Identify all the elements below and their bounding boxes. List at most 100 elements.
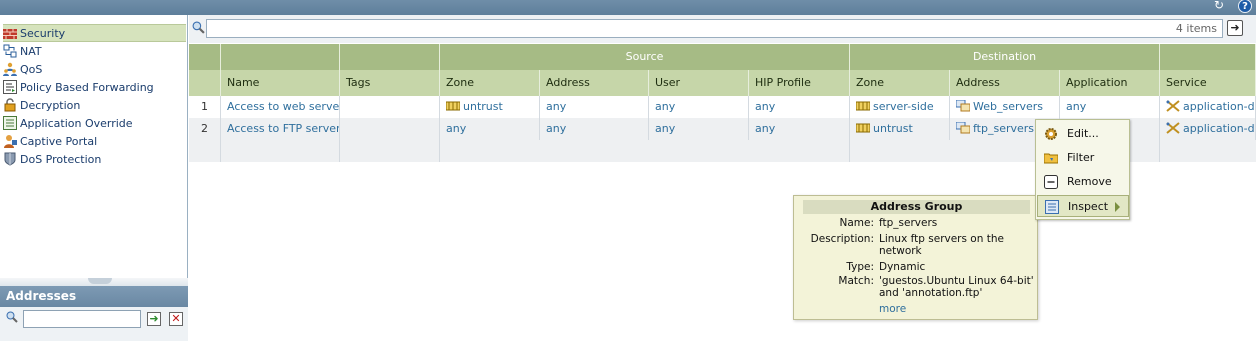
refresh-icon[interactable]: ↻ [1212,0,1226,12]
menu-item-label: Inspect [1068,200,1109,213]
column-divider [849,96,850,162]
sidebar-item-captive-portal[interactable]: Captive Portal [3,132,186,150]
destination-zone-cell[interactable]: untrust [850,118,950,140]
forwarding-icon [3,80,17,94]
application[interactable]: any [1060,96,1160,118]
destination-address[interactable]: Web_servers [973,100,1043,113]
col-header-destination-address[interactable]: Address [950,70,1060,96]
search-icon [192,21,205,34]
policies-sidebar: Security NAT QoS Policy Based Forwarding… [0,15,188,341]
sidebar-item-qos[interactable]: QoS [3,60,186,78]
hip-profile[interactable]: any [749,118,850,140]
col-header-application[interactable]: Application [1060,70,1160,96]
service[interactable]: application-d... [1183,100,1255,113]
zone-icon [856,123,870,133]
menu-item-label: Filter [1067,151,1095,164]
col-header-destination-zone[interactable]: Zone [850,70,950,96]
group-header-blank [340,44,440,70]
sidebar-item-security[interactable]: Security [3,24,186,42]
apply-filter-icon[interactable]: ➜ [147,312,161,326]
hip-profile[interactable]: any [749,96,850,118]
destination-address-cell[interactable]: Web_servers [950,96,1060,118]
source-zone[interactable]: any [440,118,540,140]
row-context-menu: Edit... Filter Remove Inspect [1035,119,1130,220]
tooltip-value: ftp_servers [879,217,938,229]
col-header-user[interactable]: User [649,70,749,96]
submenu-arrow-icon [1115,202,1120,212]
menu-item-remove[interactable]: Remove [1037,171,1129,193]
search-icon [6,311,18,323]
tooltip-title: Address Group [803,200,1030,214]
tooltip-more-link[interactable]: more [879,303,906,315]
service-tools-icon [1166,122,1180,134]
tooltip-value: Linux ftp servers on the network [879,233,1004,257]
menu-item-inspect[interactable]: Inspect [1037,195,1129,217]
table-row[interactable]: 1 Access to web servers untrust any any … [189,96,1256,118]
group-header-blank [189,44,221,70]
addresses-search-bar: ➜ ✕ [0,307,188,341]
tooltip-key: Type: [846,261,874,273]
sidebar-item-policy-based-forwarding[interactable]: Policy Based Forwarding [3,78,186,96]
sidebar-item-label: Decryption [20,98,81,112]
menu-item-label: Remove [1067,175,1112,188]
addresses-panel-header: Addresses [0,286,188,307]
column-divider [1159,96,1160,162]
splitter-grip[interactable] [88,278,112,284]
group-header-destination: Destination [850,44,1160,70]
service-cell[interactable]: application-d... [1160,96,1256,118]
col-header-source-zone[interactable]: Zone [440,70,540,96]
lock-icon [4,98,16,112]
nat-arrows-icon [3,44,17,58]
service[interactable]: application-d... [1183,122,1255,135]
inspect-list-icon [1045,200,1059,214]
col-header-num[interactable] [189,70,221,96]
rule-name-link[interactable]: Access to FTP servers [221,118,340,140]
destination-zone[interactable]: server-side [873,100,934,113]
group-header-source: Source [440,44,850,70]
col-header-tags[interactable]: Tags [340,70,440,96]
col-header-hip-profile[interactable]: HIP Profile [749,70,850,96]
rules-filter-input[interactable]: 4 items [206,19,1223,38]
destination-address[interactable]: ftp_servers [973,122,1034,135]
sidebar-item-nat[interactable]: NAT [3,42,186,60]
item-count: 4 items [1175,22,1217,35]
rule-tags [340,118,440,140]
qos-users-icon [3,62,17,76]
destination-zone[interactable]: untrust [873,122,913,135]
source-address[interactable]: any [540,96,649,118]
clear-filter-icon[interactable]: ✕ [169,312,183,326]
firewall-brick-icon [3,29,17,39]
tooltip-key: Name: [839,217,874,229]
sidebar-item-dos-protection[interactable]: DoS Protection [3,150,186,168]
edit-gear-icon [1045,128,1057,140]
sidebar-item-label: Captive Portal [20,134,98,148]
column-divider [220,96,221,162]
rules-filter-bar: 4 items ➜ [189,15,1256,43]
sidebar-item-label: Application Override [20,116,133,130]
source-zone-cell[interactable]: untrust [440,96,540,118]
source-user[interactable]: any [649,118,749,140]
apply-filter-icon[interactable]: ➜ [1227,20,1243,36]
sidebar-item-decryption[interactable]: Decryption [3,96,186,114]
addresses-search-input[interactable] [23,310,141,328]
destination-zone-cell[interactable]: server-side [850,96,950,118]
column-header-row: Name Tags Zone Address User HIP Profile … [189,70,1256,96]
col-header-name[interactable]: Name [221,70,340,96]
sidebar-splitter[interactable] [0,278,188,286]
source-user[interactable]: any [649,96,749,118]
source-zone[interactable]: untrust [463,100,503,113]
rule-name-link[interactable]: Access to web servers [221,96,340,118]
tooltip-key: Description: [810,233,874,245]
sidebar-item-application-override[interactable]: Application Override [3,114,186,132]
menu-item-filter[interactable]: Filter [1037,147,1129,169]
col-header-source-address[interactable]: Address [540,70,649,96]
remove-minus-icon [1044,175,1058,189]
menu-item-edit[interactable]: Edit... [1037,123,1129,145]
source-address[interactable]: any [540,118,649,140]
sidebar-item-label: Policy Based Forwarding [20,80,154,94]
tooltip-value: 'guestos.Ubuntu Linux 64-bit' and 'annot… [879,275,1034,299]
group-header-row: Source Destination [189,44,1256,70]
help-icon[interactable]: ? [1238,0,1252,13]
col-header-service[interactable]: Service [1160,70,1256,96]
service-cell[interactable]: application-d... [1160,118,1256,140]
